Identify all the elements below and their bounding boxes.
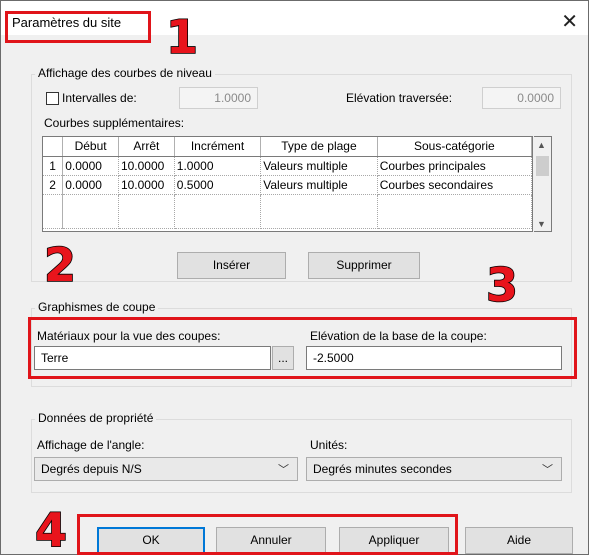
table-row[interactable]: 1 0.0000 10.0000 1.0000 Valeurs multiple…: [43, 156, 532, 176]
angle-display-select[interactable]: Degrés depuis N/S ﹀: [34, 457, 298, 481]
cell-stop[interactable]: 10.0000: [118, 175, 175, 195]
cell-subcategory[interactable]: Courbes secondaires: [377, 175, 532, 195]
column-header: [43, 137, 64, 157]
annotation-box-section: [28, 317, 577, 379]
table-header-row: Début Arrêt Incrément Type de plage Sous…: [43, 137, 532, 157]
cell-increment[interactable]: 1.0000: [174, 156, 262, 176]
cell-range-type[interactable]: Valeurs multiple: [260, 175, 378, 195]
cell-increment[interactable]: 0.5000: [174, 175, 262, 195]
cell-stop[interactable]: 10.0000: [118, 156, 175, 176]
scroll-down-icon[interactable]: ▼: [537, 219, 546, 229]
pass-through-elevation-input[interactable]: 0.0000: [482, 87, 561, 109]
annotation-number-4: 4: [34, 503, 68, 557]
row-number: 1: [43, 156, 64, 176]
column-header-range-type[interactable]: Type de plage: [260, 137, 378, 157]
angle-display-value: Degrés depuis N/S: [41, 462, 142, 476]
insert-button[interactable]: Insérer: [177, 252, 286, 279]
scroll-up-icon[interactable]: ▲: [537, 140, 546, 150]
column-header-start[interactable]: Début: [62, 137, 119, 157]
table-row[interactable]: 2 0.0000 10.0000 0.5000 Valeurs multiple…: [43, 175, 532, 195]
close-icon[interactable]: ✕: [561, 9, 578, 34]
units-select[interactable]: Degrés minutes secondes ﹀: [306, 457, 562, 481]
units-value: Degrés minutes secondes: [313, 462, 452, 476]
scroll-thumb[interactable]: [536, 156, 549, 176]
row-number: 2: [43, 175, 64, 195]
chevron-down-icon: ﹀: [542, 464, 553, 476]
cell-subcategory[interactable]: Courbes principales: [377, 156, 532, 176]
table-row-empty[interactable]: [43, 194, 532, 229]
annotation-number-1: 1: [165, 10, 199, 64]
intervals-input[interactable]: 1.0000: [179, 87, 258, 109]
cell-start[interactable]: 0.0000: [62, 156, 119, 176]
chevron-down-icon: ﹀: [278, 464, 289, 476]
section-graphics-group-label: Graphismes de coupe: [35, 300, 159, 314]
table-scrollbar[interactable]: ▲ ▼: [534, 136, 552, 232]
column-header-stop[interactable]: Arrêt: [118, 137, 175, 157]
annotation-box-title: [5, 11, 151, 43]
cell-range-type[interactable]: Valeurs multiple: [260, 156, 378, 176]
column-header-increment[interactable]: Incrément: [174, 137, 262, 157]
intervals-checkbox[interactable]: [46, 92, 59, 105]
units-label: Unités:: [310, 438, 348, 452]
property-data-group-label: Données de propriété: [35, 411, 157, 425]
additional-contours-label: Courbes supplémentaires:: [44, 116, 185, 130]
annotation-number-2: 2: [43, 238, 77, 292]
additional-contours-table: Début Arrêt Incrément Type de plage Sous…: [42, 136, 533, 232]
pass-through-elevation-label: Elévation traversée:: [346, 91, 453, 105]
cell-start[interactable]: 0.0000: [62, 175, 119, 195]
annotation-number-3: 3: [485, 258, 519, 312]
column-header-subcategory[interactable]: Sous-catégorie: [377, 137, 532, 157]
help-button[interactable]: Aide: [465, 527, 573, 554]
delete-button[interactable]: Supprimer: [308, 252, 420, 279]
intervals-label: Intervalles de:: [62, 91, 137, 105]
annotation-box-buttons: [77, 514, 458, 555]
property-data-group: [31, 419, 572, 493]
angle-display-label: Affichage de l'angle:: [37, 438, 145, 452]
contour-display-group-label: Affichage des courbes de niveau: [35, 66, 215, 80]
